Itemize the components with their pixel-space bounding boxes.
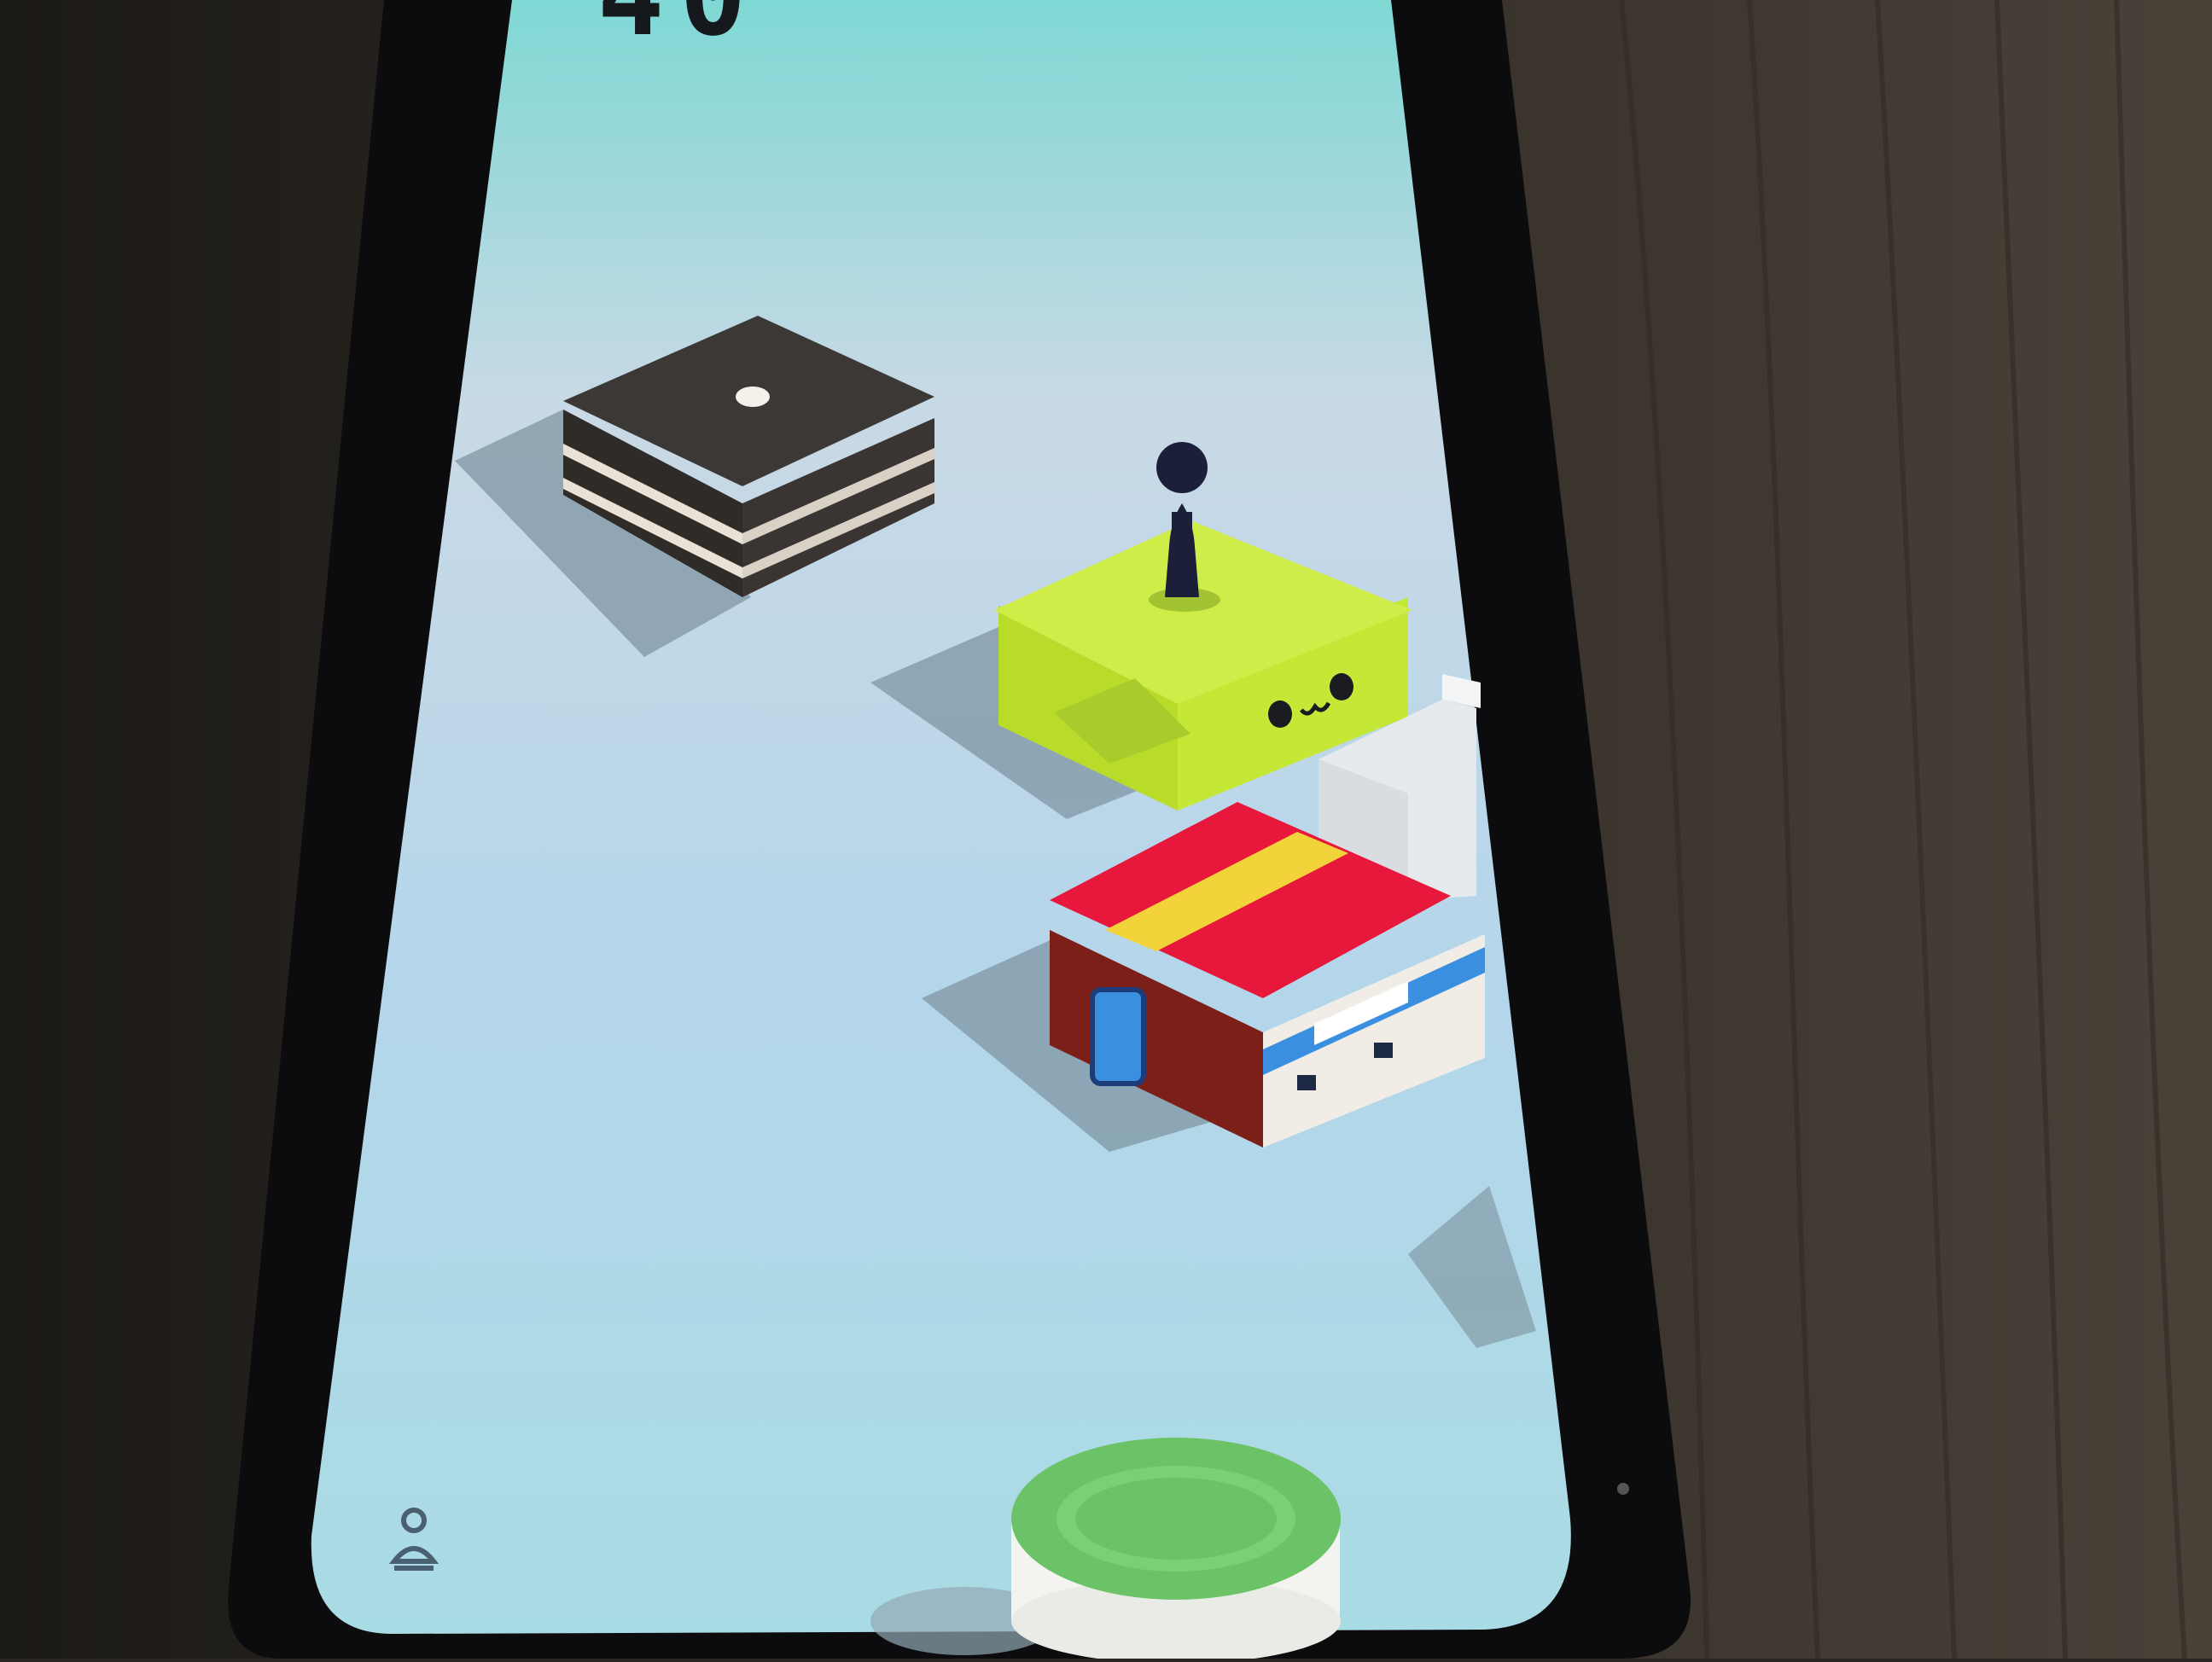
- person-record-icon[interactable]: [384, 1502, 444, 1578]
- phone-side-button: [1617, 1483, 1629, 1495]
- score-counter: 40: [597, 0, 762, 51]
- black-block-center-dot: [736, 386, 770, 407]
- player-head: [1156, 442, 1208, 493]
- game-scene: 40: [0, 0, 2212, 1662]
- scene-graphic: [0, 0, 2212, 1662]
- cat-eye-left: [1268, 700, 1292, 728]
- suitcase-latch-icon: [1090, 987, 1146, 1086]
- cat-eye-right: [1330, 673, 1353, 700]
